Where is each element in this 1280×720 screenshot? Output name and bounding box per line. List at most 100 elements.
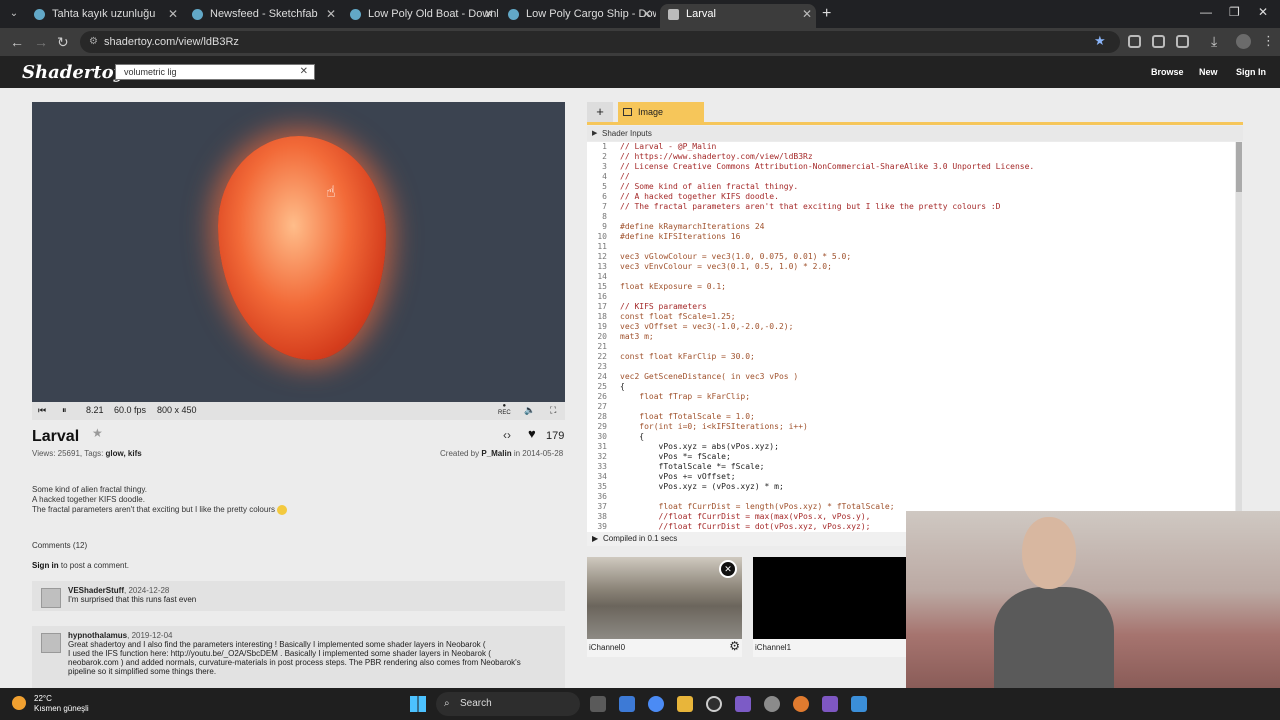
clear-search-icon[interactable]: ✕ [300,65,308,79]
channel-1-thumbnail[interactable] [753,557,906,639]
tab-search-icon[interactable]: ⌄ [6,6,22,22]
chrome-icon[interactable] [648,696,664,712]
line-number: 34 [597,472,607,481]
calculator-icon[interactable] [851,696,867,712]
taskbar-search-label: Search [460,698,492,709]
comments-heading: Comments (12) [32,541,88,550]
extension-icon[interactable] [1128,35,1141,48]
line-number: 19 [597,322,607,331]
windows-start-icon[interactable] [410,696,426,712]
close-icon[interactable]: ✕ [719,560,737,578]
browse-link[interactable]: Browse [1151,67,1184,77]
line-number: 2 [602,152,607,161]
browser-tab[interactable]: Newsfeed - Sketchfab ✕ [184,4,340,28]
close-tab-icon[interactable]: ✕ [326,4,336,24]
bookmark-star-icon[interactable]: ★ [1094,33,1106,49]
globe-icon [34,9,45,20]
code-scrollbar[interactable] [1236,142,1242,532]
sketchfab-icon [350,9,361,20]
line-number: 27 [597,402,607,411]
comment-user[interactable]: hypnothalamus [68,631,127,640]
scrollbar-thumb[interactable] [1236,142,1242,192]
created-date: in 2014-05-28 [511,449,564,458]
shader-canvas[interactable]: ☝ [32,102,565,402]
task-view-icon[interactable] [590,696,606,712]
close-tab-icon[interactable]: ✕ [168,4,178,24]
code-line: 5 // Some kind of alien fractal thingy. [587,182,1235,192]
favorite-star-icon[interactable]: ★ [92,426,103,440]
shadertoy-logo[interactable]: Shadertoy [22,62,124,83]
browser-tab[interactable]: Low Poly Old Boat - Download ✕ [342,4,498,28]
volume-icon[interactable]: 🔈 [524,405,535,416]
browser-tab[interactable]: Tahta kayık uzunluğu ✕ [26,4,182,28]
browser-tab[interactable]: Low Poly Cargo Ship - Downlo ✕ [500,4,656,28]
reload-icon[interactable]: ↻ [57,34,69,51]
webcam-overlay [906,511,1280,688]
url-field[interactable]: ⚙ shadertoy.com/view/ldB3Rz [80,31,1120,53]
shader-inputs-toggle[interactable]: ▶ Shader Inputs [587,126,1243,141]
comment-user[interactable]: VEShaderStuff [68,586,124,595]
new-tab-icon[interactable]: + [822,5,831,23]
gear-icon[interactable]: ⚙ [729,639,740,653]
close-tab-icon[interactable]: ✕ [484,4,494,24]
visual-studio-icon[interactable] [822,696,838,712]
shader-description: Some kind of alien fractal thingy. A hac… [32,485,288,515]
fullscreen-icon[interactable]: ⛶ [550,405,556,416]
discord-icon[interactable] [735,696,751,712]
close-tab-icon[interactable]: ✕ [642,4,652,24]
restore-icon[interactable]: ❐ [1229,5,1240,19]
taskbar-search[interactable]: ⌕ Search [436,692,580,716]
tags-link[interactable]: glow, kifs [106,449,142,458]
sign-in-link[interactable]: Sign In [1236,67,1266,77]
weather-widget[interactable]: 22°C Kısmen güneşli [34,694,89,714]
profile-avatar[interactable] [1236,34,1251,49]
pause-icon[interactable]: ⏸ [62,405,67,416]
browser-tab-active[interactable]: Larval ✕ [660,4,816,28]
comment-text: neobarok.com ) and added normals, curvat… [68,658,521,667]
settings-icon[interactable] [764,696,780,712]
minimize-icon[interactable]: — [1200,5,1212,19]
back-icon[interactable]: ← [10,34,24,50]
views-text: Views: 25691, Tags: [32,449,106,458]
rewind-icon[interactable]: ⏮ [38,405,46,416]
fps-readout: 60.0 fps [114,405,147,415]
code-text: fTotalScale *= fScale; [620,462,765,471]
extensions-puzzle-icon[interactable] [1176,35,1189,48]
site-info-icon[interactable]: ⚙ [89,31,98,53]
line-number: 8 [602,212,607,221]
embed-code-icon[interactable]: ‹› [503,428,511,442]
line-number: 33 [597,462,607,471]
code-line: 30 { [587,432,1235,442]
avatar[interactable] [41,633,61,653]
code-editor[interactable]: 1 // Larval - @P_Malin 2 // https://www.sha… [587,142,1235,532]
new-link[interactable]: New [1199,67,1218,77]
close-window-icon[interactable]: ✕ [1258,5,1268,19]
play-icon[interactable]: ▶ [592,532,598,546]
url-text: shadertoy.com/view/ldB3Rz [104,36,239,48]
forward-icon[interactable]: → [34,34,48,50]
tab-image[interactable]: Image [618,102,704,122]
avatar[interactable] [41,588,61,608]
search-icon: ⌕ [444,698,450,709]
extension-icon[interactable] [1152,35,1165,48]
record-button[interactable]: ● REC [498,403,511,417]
add-tab-button[interactable]: + [587,102,613,122]
heart-icon[interactable]: ♥ [528,426,536,441]
download-icon[interactable]: ⤓ [1211,33,1217,50]
line-number: 24 [597,372,607,381]
blender-icon[interactable] [793,696,809,712]
code-line: 28 float fTotalScale = 1.0; [587,412,1235,422]
code-line: 13 vec3 vEnvColour = vec3(0.1, 0.5, 1.0) … [587,262,1235,272]
github-icon[interactable] [706,696,722,712]
sign-in-rest: to post a comment. [58,561,129,570]
copilot-icon[interactable] [619,696,635,712]
menu-kebab-icon[interactable]: ⋮ [1262,33,1275,49]
record-label: REC [498,410,511,416]
search-input[interactable]: volumetric lig ✕ [115,64,315,80]
channel-1[interactable]: iChannel1 [753,557,908,657]
close-tab-icon[interactable]: ✕ [802,4,812,24]
code-line: 21 [587,342,1235,352]
file-explorer-icon[interactable] [677,696,693,712]
sign-in-link[interactable]: Sign in [32,561,59,570]
author-link[interactable]: P_Malin [481,449,511,458]
